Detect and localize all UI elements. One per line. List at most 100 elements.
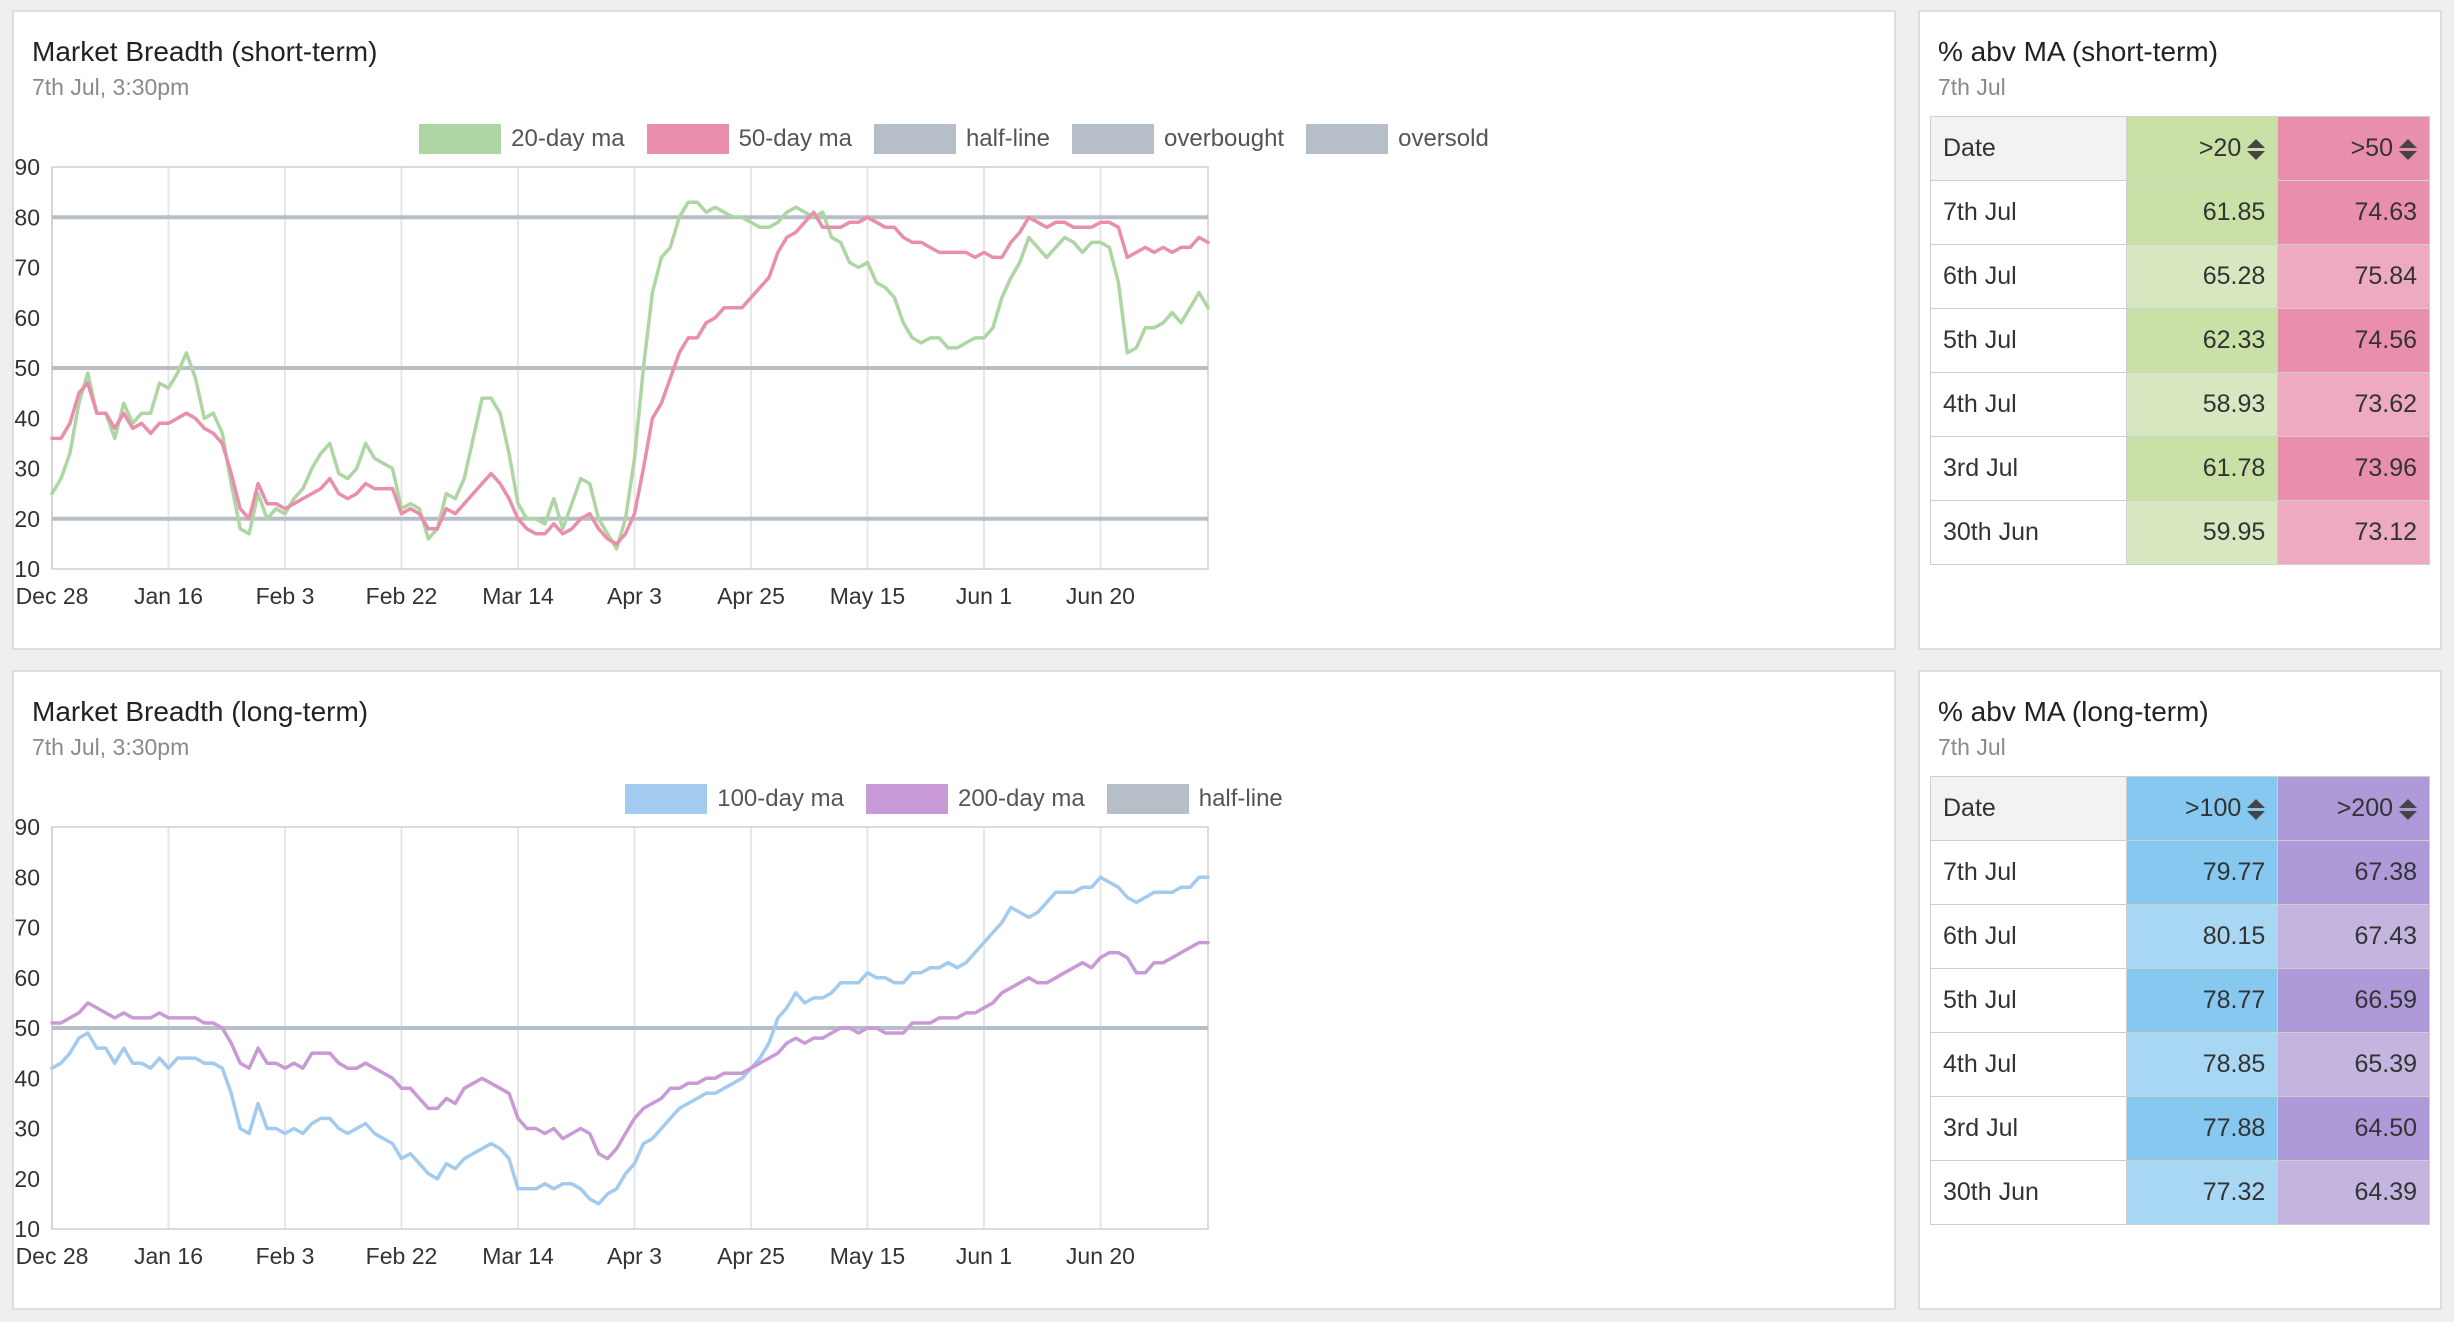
row-value: 61.85 xyxy=(2125,180,2279,245)
y-tick-label: 30 xyxy=(14,1116,40,1142)
sortable-column-header[interactable]: >50 xyxy=(2277,116,2430,181)
row-date: 3rd Jul xyxy=(1930,436,2127,501)
date-column-header: Date xyxy=(1930,116,2127,181)
y-tick-label: 10 xyxy=(14,1216,40,1242)
row-value: 73.62 xyxy=(2277,372,2430,437)
x-tick-label: Feb 22 xyxy=(366,583,438,609)
row-value: 73.96 xyxy=(2277,436,2430,501)
table-row: 3rd Jul 61.78 73.96 xyxy=(1930,436,2430,501)
x-tick-label: Mar 14 xyxy=(482,1243,554,1269)
x-tick-label: Feb 3 xyxy=(256,583,315,609)
long-term-table-panel: % abv MA (long-term) 7th Jul Date >100 >20… xyxy=(1918,670,2442,1310)
sortable-column-header[interactable]: >200 xyxy=(2277,776,2430,841)
y-tick-label: 90 xyxy=(14,814,40,840)
y-tick-label: 60 xyxy=(14,965,40,991)
row-date: 3rd Jul xyxy=(1930,1096,2127,1161)
row-value: 67.43 xyxy=(2277,904,2430,969)
x-tick-label: Dec 28 xyxy=(16,583,89,609)
row-value: 74.56 xyxy=(2277,308,2430,373)
series-line-100-day-ma xyxy=(50,875,1210,1206)
row-date: 6th Jul xyxy=(1930,244,2127,309)
y-tick-label: 70 xyxy=(14,255,40,281)
row-value: 75.84 xyxy=(2277,244,2430,309)
column-header-label: >100 xyxy=(2184,794,2242,822)
x-tick-label: Jan 16 xyxy=(134,583,203,609)
table-row: 5th Jul 78.77 66.59 xyxy=(1930,968,2430,1033)
column-header-label: >50 xyxy=(2350,134,2393,162)
short-term-line-chart: Dec 28 Jan 16 Feb 3 Feb 22 Mar 14 Apr 3 Apr 25… xyxy=(14,154,1210,609)
x-tick-label: Jan 16 xyxy=(134,1243,203,1269)
short-term-chart-panel: Market Breadth (short-term) 7th Jul, 3:3… xyxy=(12,10,1896,650)
row-date: 5th Jul xyxy=(1930,308,2127,373)
x-tick-label: Apr 25 xyxy=(717,583,785,609)
sort-icon[interactable] xyxy=(2399,798,2417,820)
x-tick-label: Apr 25 xyxy=(717,1243,785,1269)
row-value: 58.93 xyxy=(2125,372,2279,437)
x-tick-label: Apr 3 xyxy=(607,1243,662,1269)
row-value: 78.85 xyxy=(2125,1032,2279,1097)
y-tick-label: 90 xyxy=(14,154,40,180)
column-header-label: >200 xyxy=(2336,794,2393,822)
y-tick-label: 20 xyxy=(14,506,40,532)
y-tick-label: 50 xyxy=(14,1015,40,1041)
long-term-line-chart: Dec 28 Jan 16 Feb 3 Feb 22 Mar 14 Apr 3 Apr 25… xyxy=(14,814,1210,1269)
y-tick-label: 20 xyxy=(14,1166,40,1192)
x-tick-label: May 15 xyxy=(830,1243,905,1269)
breadth-table: Date >20 >50 7th Jul 61.85 74.63 6th Jul 65.28 7… xyxy=(1930,116,2430,565)
table-row: 30th Jun 59.95 73.12 xyxy=(1930,500,2430,565)
y-tick-label: 70 xyxy=(14,915,40,941)
row-value: 73.12 xyxy=(2277,500,2430,565)
sort-icon[interactable] xyxy=(2247,798,2266,820)
x-tick-label: Jun 20 xyxy=(1066,1243,1135,1269)
row-date: 4th Jul xyxy=(1930,372,2127,437)
row-date: 5th Jul xyxy=(1930,968,2127,1033)
table-row: 5th Jul 62.33 74.56 xyxy=(1930,308,2430,373)
x-tick-label: May 15 xyxy=(830,583,905,609)
table-row: 30th Jun 77.32 64.39 xyxy=(1930,1160,2430,1225)
column-header-label: >20 xyxy=(2198,134,2242,162)
table-row: 7th Jul 61.85 74.63 xyxy=(1930,180,2430,245)
x-tick-label: Jun 1 xyxy=(956,1243,1012,1269)
row-value: 74.63 xyxy=(2277,180,2430,245)
x-tick-label: Apr 3 xyxy=(607,583,662,609)
row-value: 78.77 xyxy=(2125,968,2279,1033)
row-value: 66.59 xyxy=(2277,968,2430,1033)
column-header-label: Date xyxy=(1943,134,1996,162)
y-tick-label: 60 xyxy=(14,305,40,331)
y-tick-label: 50 xyxy=(14,355,40,381)
sortable-column-header[interactable]: >100 xyxy=(2125,776,2279,841)
sort-icon[interactable] xyxy=(2247,138,2266,160)
table-date: 7th Jul xyxy=(1938,74,2006,100)
table-date: 7th Jul xyxy=(1938,734,2006,760)
table-header-row: Date >100 >200 xyxy=(1930,776,2430,841)
x-tick-label: Feb 22 xyxy=(366,1243,438,1269)
breadth-table: Date >100 >200 7th Jul 79.77 67.38 6th Jul 80.1… xyxy=(1930,776,2430,1225)
table-row: 3rd Jul 77.88 64.50 xyxy=(1930,1096,2430,1161)
table-row: 4th Jul 78.85 65.39 xyxy=(1930,1032,2430,1097)
y-tick-label: 40 xyxy=(14,405,40,431)
y-tick-label: 80 xyxy=(14,864,40,890)
row-value: 65.39 xyxy=(2277,1032,2430,1097)
row-value: 62.33 xyxy=(2125,308,2279,373)
y-tick-label: 40 xyxy=(14,1065,40,1091)
row-date: 7th Jul xyxy=(1930,180,2127,245)
series-line-20-day-ma xyxy=(50,200,1210,551)
short-term-table-panel: % abv MA (short-term) 7th Jul Date >20 >50… xyxy=(1918,10,2442,650)
y-tick-label: 80 xyxy=(14,204,40,230)
row-value: 79.77 xyxy=(2125,840,2279,905)
x-tick-label: Mar 14 xyxy=(482,583,554,609)
x-tick-label: Dec 28 xyxy=(16,1243,89,1269)
y-tick-label: 30 xyxy=(14,456,40,482)
long-term-chart-panel: Market Breadth (long-term) 7th Jul, 3:30… xyxy=(12,670,1896,1310)
row-date: 30th Jun xyxy=(1930,1160,2127,1225)
column-header-label: Date xyxy=(1943,794,1996,822)
row-date: 7th Jul xyxy=(1930,840,2127,905)
row-date: 30th Jun xyxy=(1930,500,2127,565)
row-value: 77.32 xyxy=(2125,1160,2279,1225)
sortable-column-header[interactable]: >20 xyxy=(2125,116,2279,181)
table-row: 7th Jul 79.77 67.38 xyxy=(1930,840,2430,905)
sort-icon[interactable] xyxy=(2399,138,2417,160)
row-value: 64.39 xyxy=(2277,1160,2430,1225)
table-row: 6th Jul 65.28 75.84 xyxy=(1930,244,2430,309)
row-value: 80.15 xyxy=(2125,904,2279,969)
